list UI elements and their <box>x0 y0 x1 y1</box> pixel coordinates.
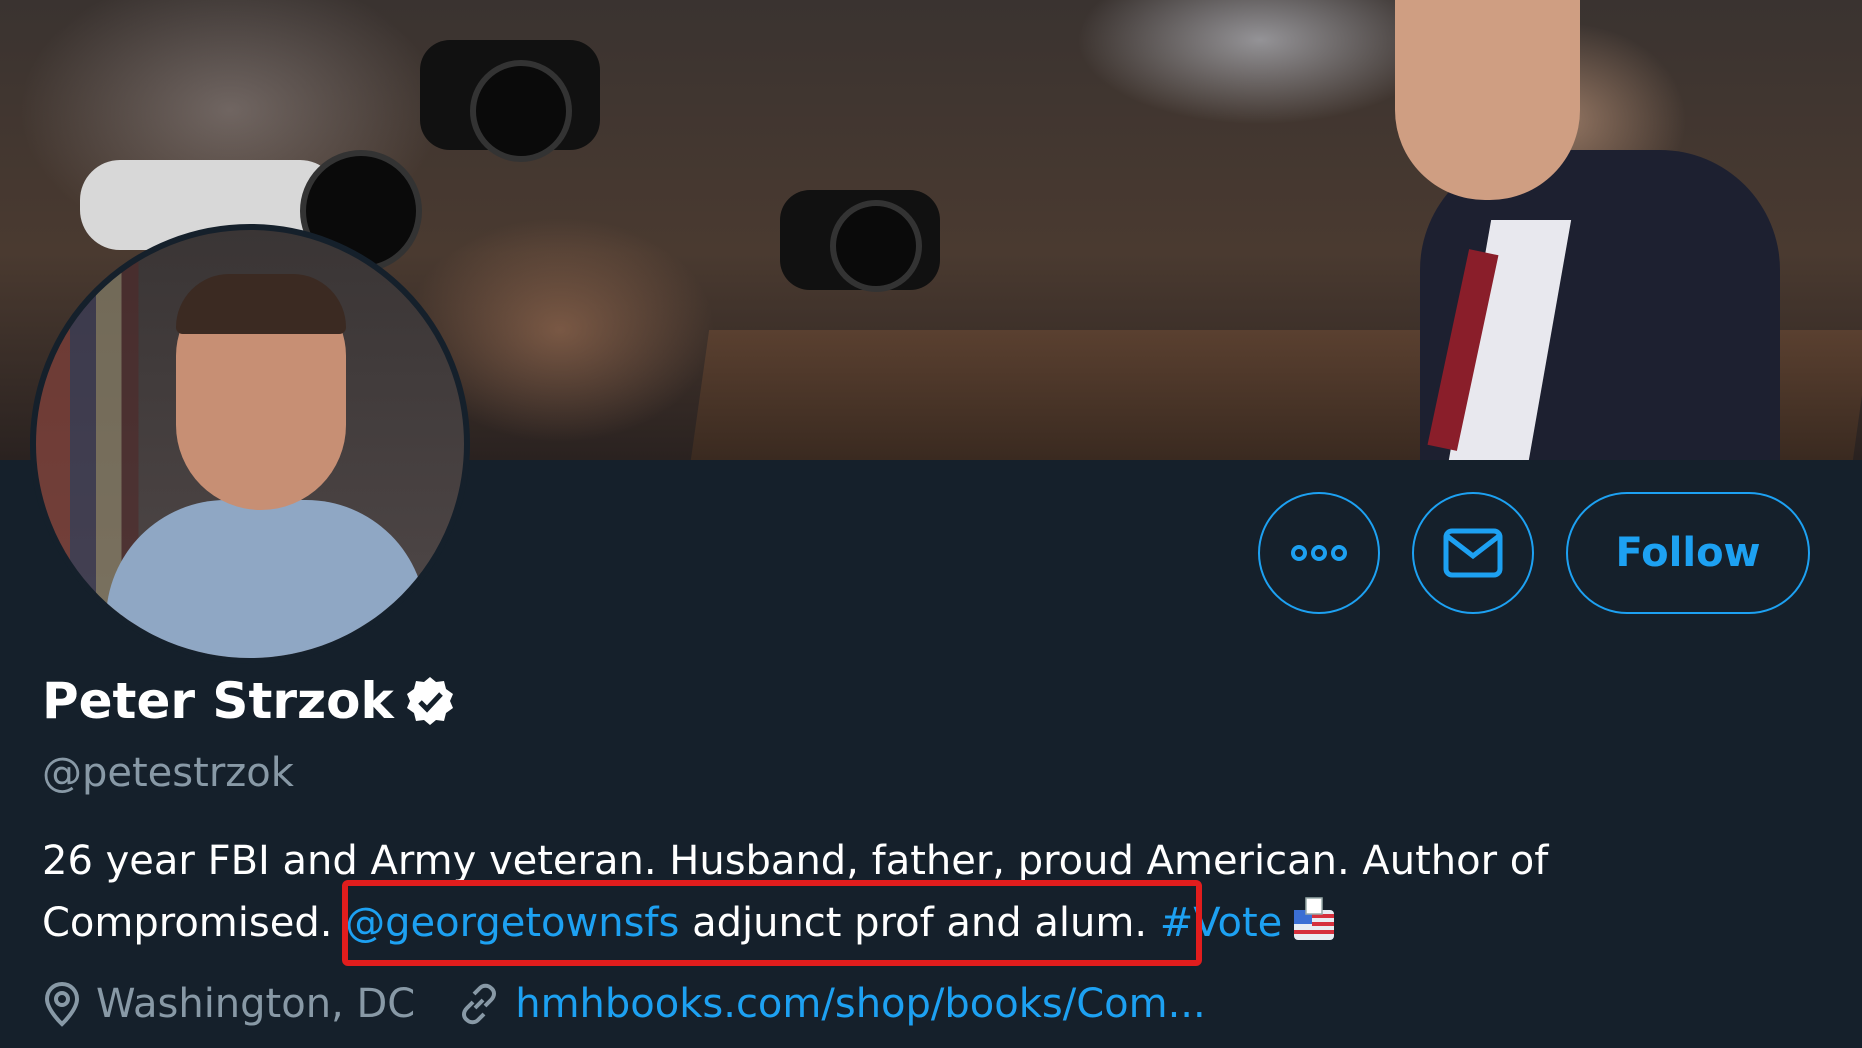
display-name: Peter Strzok <box>42 672 394 730</box>
profile-handle: @petestrzok <box>42 750 294 796</box>
banner-camera-lens <box>830 200 922 292</box>
banner-head <box>1395 0 1580 200</box>
envelope-icon <box>1443 528 1503 578</box>
more-horizontal-icon <box>1291 545 1347 561</box>
link-icon <box>462 983 497 1025</box>
more-button[interactable] <box>1258 492 1380 614</box>
profile-avatar[interactable] <box>30 224 470 664</box>
ballot-box-icon <box>1294 897 1335 940</box>
verified-badge-icon <box>406 677 453 725</box>
highlight-annotation-box <box>342 880 1202 966</box>
message-button[interactable] <box>1412 492 1534 614</box>
location-text: Washington, DC <box>96 981 416 1027</box>
profile-meta: Washington, DC hmhbooks.com/shop/books/C… <box>42 980 1206 1028</box>
follow-button[interactable]: Follow <box>1566 492 1810 614</box>
avatar-hair <box>176 274 346 334</box>
profile-name-row: Peter Strzok <box>42 672 456 730</box>
website-link[interactable]: hmhbooks.com/shop/books/Com... <box>515 981 1206 1027</box>
bio-text: Compromised. <box>42 900 346 946</box>
location-pin-icon <box>44 981 80 1027</box>
avatar-shirt <box>106 500 426 658</box>
banner-camera-lens <box>470 60 572 162</box>
